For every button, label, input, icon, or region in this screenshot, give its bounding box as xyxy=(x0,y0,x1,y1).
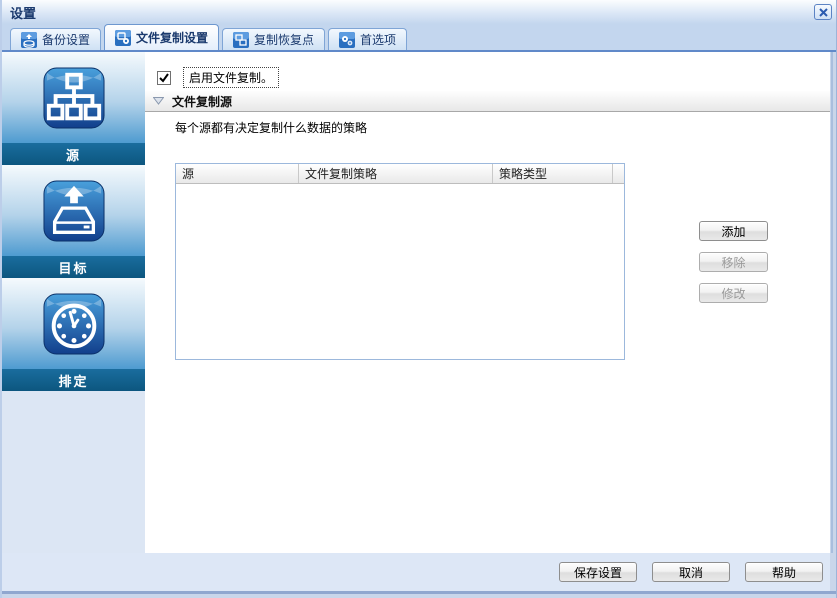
sidebar-item-schedule[interactable] xyxy=(2,278,145,369)
close-icon xyxy=(818,7,828,17)
remove-button[interactable]: 移除 xyxy=(699,252,768,272)
dialog-body: 源 目标 排定 启用文件复制。 文件复制源 每个源都有决定复制什么数据的策略 源… xyxy=(2,52,830,553)
tab-backup-settings[interactable]: 备份设置 xyxy=(10,28,102,50)
cancel-button[interactable]: 取消 xyxy=(652,562,730,582)
footer-bar: 保存设置 取消 帮助 xyxy=(2,553,830,591)
enable-file-copy-label[interactable]: 启用文件复制。 xyxy=(183,67,280,88)
column-header-policy-type[interactable]: 策略类型 xyxy=(493,164,613,183)
table-action-buttons: 添加 移除 修改 xyxy=(699,221,768,303)
destination-drive-icon xyxy=(42,179,105,242)
window-title: 设置 xyxy=(10,6,37,22)
tab-preferences[interactable]: 首选项 xyxy=(328,28,408,50)
section-title: 文件复制源 xyxy=(172,94,233,109)
close-button[interactable] xyxy=(814,4,832,20)
network-source-icon xyxy=(42,66,105,129)
save-settings-button[interactable]: 保存设置 xyxy=(559,562,637,582)
policy-description: 每个源都有决定复制什么数据的策略 xyxy=(175,121,368,135)
enable-file-copy-row: 启用文件复制。 xyxy=(157,67,280,88)
file-copy-settings-icon xyxy=(115,29,132,46)
enable-file-copy-checkbox[interactable] xyxy=(157,70,171,85)
column-header-filler xyxy=(613,164,624,183)
sidebar-item-source[interactable] xyxy=(2,52,145,143)
window-right-edge xyxy=(831,52,833,553)
modify-button[interactable]: 修改 xyxy=(699,283,768,303)
column-header-source[interactable]: 源 xyxy=(176,164,299,183)
file-copy-source-table[interactable]: 源 文件复制策略 策略类型 xyxy=(175,163,625,360)
section-header-file-copy-source[interactable]: 文件复制源 xyxy=(145,91,830,112)
table-header-row: 源 文件复制策略 策略类型 xyxy=(176,164,624,184)
tab-label: 首选项 xyxy=(360,33,397,47)
content-panel: 启用文件复制。 文件复制源 每个源都有决定复制什么数据的策略 源 文件复制策略 … xyxy=(145,52,830,553)
sidebar-item-destination[interactable] xyxy=(2,165,145,256)
tab-label: 备份设置 xyxy=(42,33,91,47)
title-bar: 设置 xyxy=(2,0,836,24)
help-button[interactable]: 帮助 xyxy=(745,562,823,582)
column-header-policy[interactable]: 文件复制策略 xyxy=(299,164,493,183)
tab-label: 文件复制设置 xyxy=(136,31,209,45)
sidebar-label-source[interactable]: 源 xyxy=(2,143,145,165)
sidebar-label-schedule[interactable]: 排定 xyxy=(2,369,145,391)
add-button[interactable]: 添加 xyxy=(699,221,768,241)
tab-copy-recovery-points[interactable]: 复制恢复点 xyxy=(222,28,326,50)
checkmark-icon xyxy=(159,72,169,83)
window-bottom-edge xyxy=(2,591,836,594)
tab-file-copy-settings[interactable]: 文件复制设置 xyxy=(104,24,220,50)
tab-label: 复制恢复点 xyxy=(254,33,315,47)
sidebar: 源 目标 排定 xyxy=(2,52,145,553)
recovery-points-icon xyxy=(233,31,250,48)
schedule-clock-icon xyxy=(42,292,105,355)
backup-settings-icon xyxy=(21,31,37,48)
preferences-icon xyxy=(339,31,356,48)
sidebar-label-destination[interactable]: 目标 xyxy=(2,256,145,278)
tab-bar: 备份设置 文件复制设置 复制恢复点 首选项 xyxy=(2,24,836,52)
collapse-triangle-icon xyxy=(153,97,164,105)
settings-window: 设置 备份设置 文件复制设置 复制恢复点 首选项 源 目标 排定 启用文件复制。… xyxy=(0,0,837,598)
